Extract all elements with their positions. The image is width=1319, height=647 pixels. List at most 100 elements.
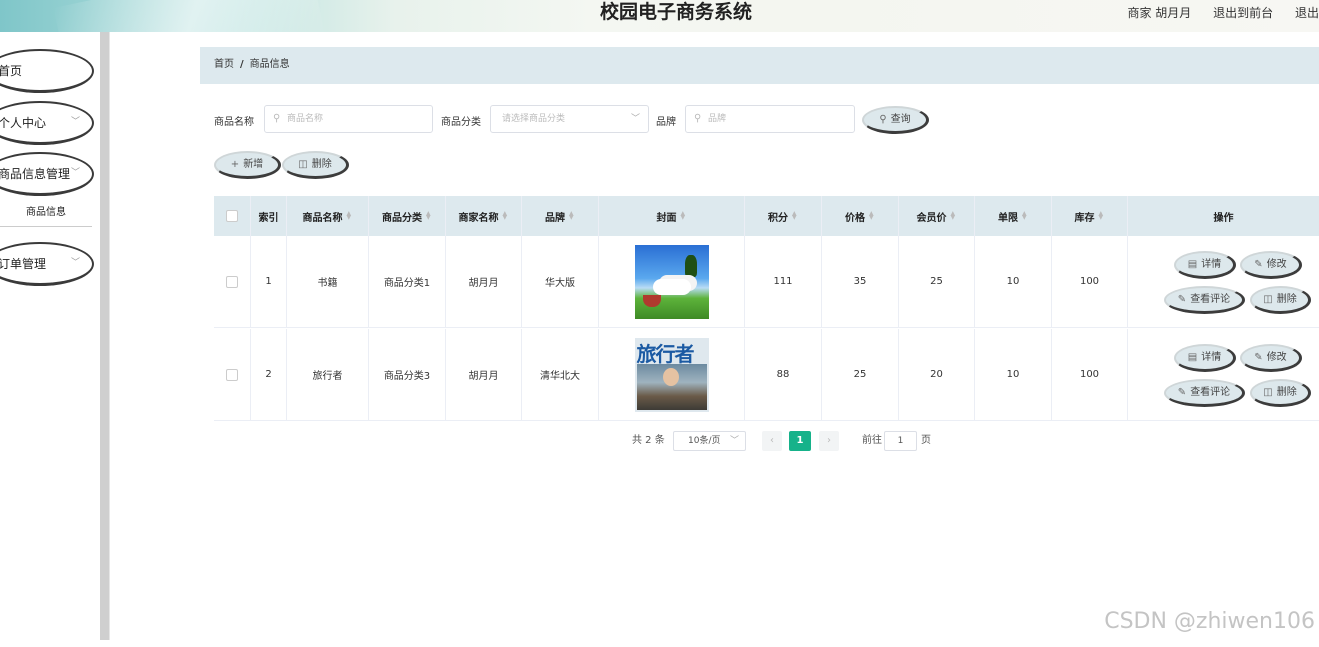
- prev-page-button[interactable]: ‹: [762, 431, 782, 451]
- top-header: 校园电子商务系统 商家 胡月月 退出到前台 退出: [0, 0, 1319, 32]
- trash-icon: ◫: [1263, 294, 1273, 305]
- goto-page-input[interactable]: 1: [884, 431, 917, 451]
- sidebar-scrollbar[interactable]: [100, 32, 110, 640]
- column-header[interactable]: 商品名称 ▲ ▼: [287, 196, 369, 236]
- detail-button[interactable]: ▤ 详情: [1174, 344, 1236, 372]
- add-button-label: 新增: [243, 159, 264, 170]
- product-name-placeholder: 商品名称: [287, 114, 324, 124]
- cell-member-price: 20: [899, 329, 975, 420]
- header-user-area: 商家 胡月月 退出到前台 退出: [1109, 4, 1319, 21]
- column-header-label: 单限: [998, 212, 1018, 224]
- sidebar-item-product-management[interactable]: 商品信息管理 ﹀: [0, 152, 94, 196]
- column-header: 操作: [1128, 196, 1319, 236]
- delete-label: 删除: [1276, 387, 1297, 398]
- view-comments-button[interactable]: ✎ 查看评论: [1164, 286, 1245, 314]
- delete-button[interactable]: ◫ 删除: [1250, 379, 1311, 407]
- row-checkbox[interactable]: [226, 368, 238, 381]
- column-header[interactable]: 商家名称 ▲ ▼: [446, 196, 522, 236]
- query-button[interactable]: ⚲ 查询: [862, 106, 929, 134]
- breadcrumb-separator: /: [240, 59, 244, 70]
- sort-icon[interactable]: ▲ ▼: [1099, 211, 1105, 221]
- sort-icon[interactable]: ▲ ▼: [869, 211, 875, 221]
- sidebar-item-order-management[interactable]: 订单管理 ﹀: [0, 242, 94, 286]
- magazine-cover-image[interactable]: 旅行者: [634, 337, 709, 412]
- chevron-down-icon: ﹀: [729, 436, 739, 446]
- sidebar-item-personal-center[interactable]: 个人中心 ﹀: [0, 101, 94, 145]
- delete-button[interactable]: ◫ 删除: [1250, 286, 1311, 314]
- page-number-current[interactable]: 1: [789, 431, 811, 451]
- sidebar-subitem-product-info[interactable]: 商品信息: [0, 206, 92, 227]
- pencil-icon: ✎: [1254, 352, 1263, 363]
- column-header[interactable]: 品牌 ▲ ▼: [522, 196, 599, 236]
- page-suffix: 页: [921, 435, 931, 446]
- edit-button[interactable]: ✎ 修改: [1240, 344, 1302, 372]
- add-button[interactable]: + 新增: [214, 151, 281, 179]
- nature-landscape-image[interactable]: [634, 244, 709, 319]
- query-button-label: 查询: [890, 114, 911, 125]
- sort-icon[interactable]: ▲ ▼: [792, 211, 798, 221]
- column-header[interactable]: 商品分类 ▲ ▼: [369, 196, 446, 236]
- document-icon: ▤: [1187, 352, 1198, 363]
- select-all-checkbox[interactable]: [226, 210, 238, 222]
- cell-member-price: 25: [899, 236, 975, 327]
- brand-label: 品牌: [656, 117, 676, 128]
- detail-button[interactable]: ▤ 详情: [1174, 251, 1236, 279]
- breadcrumb-home[interactable]: 首页: [214, 59, 234, 70]
- row-checkbox[interactable]: [226, 275, 238, 288]
- column-header[interactable]: 库存 ▲ ▼: [1052, 196, 1128, 236]
- batch-delete-button[interactable]: ◫ 删除: [282, 151, 349, 179]
- document-icon: ▤: [1187, 259, 1198, 270]
- breadcrumb: 首页 / 商品信息: [200, 47, 1319, 84]
- pencil-icon: ✎: [1177, 387, 1187, 398]
- column-header-label: 商家名称: [458, 212, 499, 224]
- brand-input[interactable]: ⚲ 品牌: [685, 105, 855, 133]
- sort-icon[interactable]: ▲ ▼: [1022, 211, 1028, 221]
- column-header[interactable]: 封面 ▲ ▼: [599, 196, 745, 236]
- column-header[interactable]: 单限 ▲ ▼: [975, 196, 1052, 236]
- sort-icon[interactable]: ▲ ▼: [681, 211, 687, 221]
- sort-icon[interactable]: ▲ ▼: [951, 211, 957, 221]
- column-header-label: 品牌: [545, 212, 565, 224]
- column-header[interactable]: 价格 ▲ ▼: [822, 196, 899, 236]
- detail-label: 详情: [1201, 352, 1222, 363]
- sort-icon[interactable]: ▲ ▼: [426, 211, 432, 221]
- logout-link[interactable]: 退出: [1295, 6, 1319, 20]
- view-comments-button[interactable]: ✎ 查看评论: [1164, 379, 1245, 407]
- batch-delete-label: 删除: [311, 159, 332, 170]
- cell-merchant: 胡月月: [446, 236, 522, 327]
- brand-placeholder: 品牌: [708, 114, 727, 124]
- column-header-label: 操作: [1213, 212, 1234, 224]
- sort-icon[interactable]: ▲ ▼: [347, 211, 353, 221]
- sort-icon[interactable]: ▲ ▼: [503, 211, 509, 221]
- trash-icon: ◫: [298, 159, 308, 170]
- product-name-label: 商品名称: [214, 117, 254, 128]
- edit-button[interactable]: ✎ 修改: [1240, 251, 1302, 279]
- sidebar-item-label: 订单管理: [0, 257, 47, 271]
- category-select[interactable]: 请选择商品分类 ﹀: [490, 105, 649, 133]
- watermark: CSDN @zhiwen106: [1104, 609, 1315, 634]
- cell-limit: 10: [975, 236, 1052, 327]
- cell-merchant: 胡月月: [446, 329, 522, 420]
- sort-icon[interactable]: ▲ ▼: [569, 211, 575, 221]
- view-comments-label: 查看评论: [1190, 294, 1231, 305]
- column-header[interactable]: 会员价 ▲ ▼: [899, 196, 975, 236]
- column-header-label: 价格: [845, 212, 865, 224]
- back-to-front-link[interactable]: 退出到前台: [1213, 6, 1273, 20]
- cell-cover: 旅行者: [599, 329, 745, 420]
- product-name-input[interactable]: ⚲ 商品名称: [264, 105, 433, 133]
- column-header[interactable]: 积分 ▲ ▼: [745, 196, 822, 236]
- goto-label: 前往: [862, 435, 882, 446]
- sidebar-item-label: 首页: [0, 64, 23, 78]
- cell-index: 1: [251, 236, 287, 327]
- column-header-label: 积分: [768, 212, 788, 224]
- plus-icon: +: [230, 159, 240, 170]
- select-all-cell: [214, 196, 251, 236]
- image-tree: [684, 254, 697, 277]
- table-row: 1 书籍 商品分类1 胡月月 华大版 111 35 25 10 100 ▤ 详情 …: [214, 236, 1319, 328]
- cell-cover: [599, 236, 745, 327]
- edit-label: 修改: [1266, 259, 1287, 270]
- next-page-button[interactable]: ›: [819, 431, 839, 451]
- table-header: 索引 商品名称 ▲ ▼ 商品分类 ▲ ▼ 商家名称 ▲ ▼ 品牌 ▲ ▼ 封面 ▲ ▼ 积分 ▲ ▼ 价…: [214, 196, 1319, 236]
- chevron-down-icon: ﹀: [70, 168, 80, 178]
- page-size-select[interactable]: 10条/页 ﹀: [673, 431, 746, 451]
